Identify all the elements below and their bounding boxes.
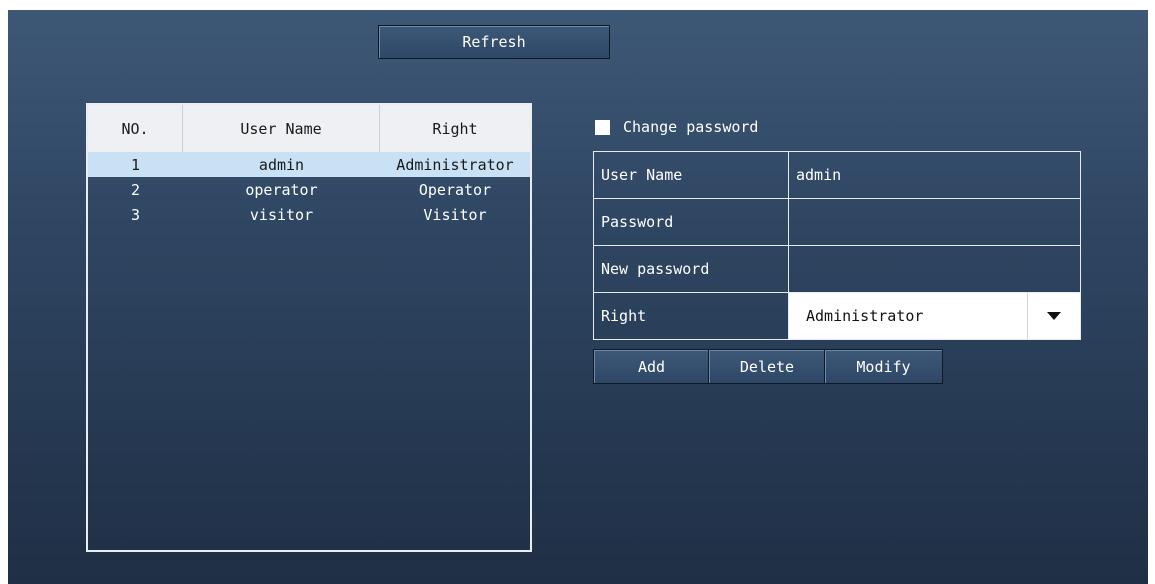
user-name-label: User Name: [593, 151, 789, 199]
user-management-panel: Refresh NO. User Name Right 1 admin Admi…: [8, 10, 1148, 584]
header-no[interactable]: NO.: [88, 105, 183, 152]
password-label: Password: [593, 198, 789, 246]
cell-user-name: admin: [258, 155, 305, 174]
table-row[interactable]: 2 operator Operator: [88, 177, 530, 202]
cell-no: 2: [130, 180, 141, 199]
delete-button[interactable]: Delete: [708, 349, 826, 384]
modify-button[interactable]: Modify: [824, 349, 943, 384]
user-name-field[interactable]: admin: [788, 151, 1081, 199]
new-password-label: New password: [593, 245, 789, 293]
cell-no: 3: [130, 205, 141, 224]
user-table: NO. User Name Right 1 admin Administrato…: [86, 103, 532, 552]
table-row[interactable]: 3 visitor Visitor: [88, 202, 530, 227]
dropdown-arrow-icon[interactable]: [1027, 293, 1080, 339]
right-select-value: Administrator: [806, 307, 924, 325]
add-button[interactable]: Add: [593, 349, 710, 384]
cell-no: 1: [130, 155, 141, 174]
change-password-label: Change password: [623, 118, 759, 136]
right-select[interactable]: Administrator: [788, 292, 1081, 340]
change-password-toggle[interactable]: Change password: [595, 118, 758, 136]
table-row[interactable]: 1 admin Administrator: [88, 152, 530, 177]
form-row-user-name: User Name admin: [593, 151, 1081, 199]
change-password-checkbox[interactable]: [595, 119, 610, 135]
cell-user-name: visitor: [249, 205, 314, 224]
cell-right: Administrator: [396, 155, 514, 174]
header-user-name[interactable]: User Name: [183, 105, 380, 152]
header-right[interactable]: Right: [380, 105, 530, 152]
form-row-right: Right Administrator: [593, 292, 1081, 340]
cell-right: Operator: [418, 180, 492, 199]
new-password-field[interactable]: [788, 245, 1081, 293]
cell-right: Visitor: [423, 205, 487, 224]
form-row-new-password: New password: [593, 245, 1081, 293]
refresh-button[interactable]: Refresh: [378, 25, 610, 59]
right-label: Right: [593, 292, 789, 340]
cell-user-name: operator: [245, 180, 318, 199]
password-field[interactable]: [788, 198, 1081, 246]
table-header: NO. User Name Right: [88, 105, 530, 152]
form-row-password: Password: [593, 198, 1081, 246]
user-form: User Name admin Password New password Ri…: [593, 151, 1081, 340]
